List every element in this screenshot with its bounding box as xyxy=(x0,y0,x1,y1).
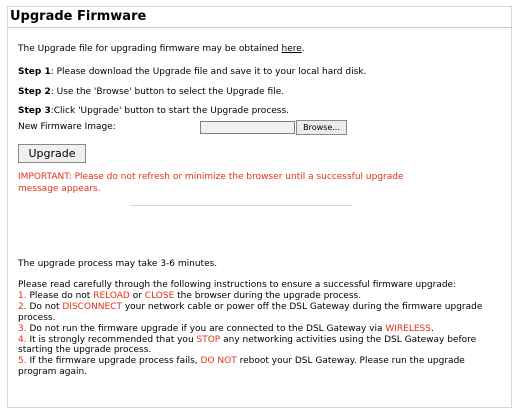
step-3: Step 3:Click 'Upgrade' button to start t… xyxy=(18,106,289,116)
intro-prefix: The Upgrade file for upgrading firmware … xyxy=(18,44,282,54)
instruction-2-number: 2. xyxy=(18,301,27,312)
instructions-intro: Please read carefully through the follow… xyxy=(18,280,457,290)
instruction-4-number: 4. xyxy=(18,334,27,345)
browse-button[interactable]: Browse... xyxy=(296,120,347,135)
instruction-1-text-c: the browser during the upgrade process. xyxy=(174,290,362,301)
instruction-3-number: 3. xyxy=(18,323,27,334)
wireless-keyword: WIRELESS xyxy=(385,323,431,334)
instruction-5-number: 5. xyxy=(18,356,27,367)
do-not-keyword: DO NOT xyxy=(200,356,237,367)
instruction-1-text-a: Please do not xyxy=(26,290,94,301)
intro-text: The Upgrade file for upgrading firmware … xyxy=(18,44,305,54)
section-divider xyxy=(130,205,352,206)
instruction-5-text-a: If the firmware upgrade process fails, xyxy=(26,356,201,367)
upgrade-duration-text: The upgrade process may take 3-6 minutes… xyxy=(18,259,218,269)
step-2: Step 2: Use the 'Browse' button to selec… xyxy=(18,87,284,97)
title-divider xyxy=(7,27,512,28)
upgrade-button[interactable]: Upgrade xyxy=(18,144,86,163)
step-2-text: : Use the 'Browse' button to select the … xyxy=(50,87,285,97)
instruction-2: 2. Do not DISCONNECT your network cable … xyxy=(18,302,488,324)
page-title: Upgrade Firmware xyxy=(10,9,147,24)
instruction-3-text-a: Do not run the firmware upgrade if you a… xyxy=(26,323,386,334)
step-1: Step 1: Please download the Upgrade file… xyxy=(18,67,366,77)
important-warning: IMPORTANT: Please do not refresh or mini… xyxy=(18,172,404,194)
step-2-label: Step 2 xyxy=(18,87,51,97)
instruction-3-text-b: . xyxy=(430,323,434,334)
step-3-text: :Click 'Upgrade' button to start the Upg… xyxy=(50,106,290,116)
firmware-file-input[interactable] xyxy=(200,121,295,134)
instruction-3: 3. Do not run the firmware upgrade if yo… xyxy=(18,324,488,335)
here-link[interactable]: here xyxy=(282,44,302,54)
step-1-text: : Please download the Upgrade file and s… xyxy=(50,67,367,77)
instruction-5: 5. If the firmware upgrade process fails… xyxy=(18,356,488,378)
disconnect-keyword: DISCONNECT xyxy=(62,301,122,312)
instruction-4: 4. It is strongly recommended that you S… xyxy=(18,335,488,357)
instruction-4-text-a: It is strongly recommended that you xyxy=(26,334,197,345)
instruction-1: 1. Please do not RELOAD or CLOSE the bro… xyxy=(18,291,488,302)
instructions-block: Please read carefully through the follow… xyxy=(18,280,488,378)
intro-suffix: . xyxy=(301,44,305,54)
firmware-image-label: New Firmware Image: xyxy=(18,122,116,132)
reload-keyword: RELOAD xyxy=(93,290,130,301)
step-3-label: Step 3 xyxy=(18,106,51,116)
instruction-1-text-b: or xyxy=(129,290,145,301)
stop-keyword: STOP xyxy=(196,334,221,345)
step-1-label: Step 1 xyxy=(18,67,51,77)
close-keyword: CLOSE xyxy=(144,290,175,301)
instruction-1-number: 1. xyxy=(18,290,27,301)
instruction-2-text-a: Do not xyxy=(26,301,63,312)
